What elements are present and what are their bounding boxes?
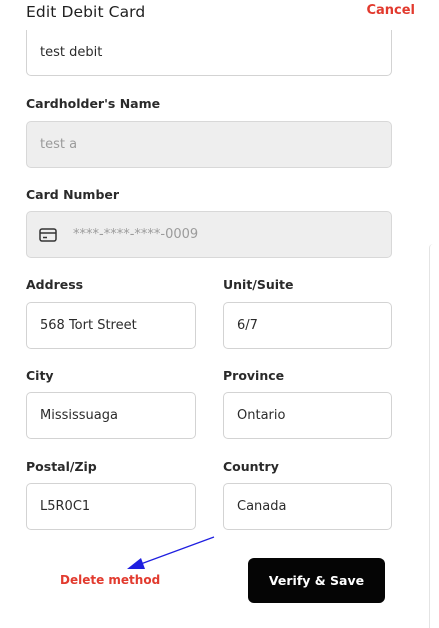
country-label: Country (223, 459, 279, 474)
card-nickname-field[interactable]: test debit (26, 30, 392, 76)
delete-method-link[interactable]: Delete method (60, 573, 160, 587)
card-number-label: Card Number (26, 187, 120, 202)
postal-value: L5R0C1 (40, 499, 91, 514)
city-value: Mississuaga (40, 408, 118, 423)
province-input[interactable]: Ontario (223, 392, 392, 439)
card-number-value: ****-****-****-0009 (73, 227, 199, 242)
address-input[interactable]: 568 Tort Street (26, 302, 196, 349)
address-label: Address (26, 277, 84, 292)
province-label: Province (223, 368, 285, 383)
credit-card-icon (39, 227, 59, 243)
unit-input[interactable]: 6/7 (223, 302, 392, 349)
city-label: City (26, 368, 54, 383)
page-title: Edit Debit Card (26, 3, 146, 21)
city-input[interactable]: Mississuaga (26, 392, 196, 439)
country-input[interactable]: Canada (223, 483, 392, 530)
card-number-field: ****-****-****-0009 (26, 211, 392, 258)
unit-value: 6/7 (237, 318, 258, 333)
cancel-button[interactable]: Cancel (366, 3, 415, 18)
postal-label: Postal/Zip (26, 459, 97, 474)
edit-debit-card-panel: Edit Debit Card Cancel test debit Cardho… (0, 0, 439, 628)
cardholder-label: Cardholder's Name (26, 96, 161, 111)
country-value: Canada (237, 499, 287, 514)
cardholder-name-field: test a (26, 121, 392, 168)
verify-and-save-button[interactable]: Verify & Save (248, 558, 385, 603)
unit-label: Unit/Suite (223, 277, 294, 292)
postal-input[interactable]: L5R0C1 (26, 483, 196, 530)
cardholder-name-value: test a (40, 137, 78, 152)
scrollbar[interactable] (429, 244, 436, 628)
province-value: Ontario (237, 408, 286, 423)
address-value: 568 Tort Street (40, 318, 137, 333)
card-nickname-value: test debit (40, 45, 103, 60)
